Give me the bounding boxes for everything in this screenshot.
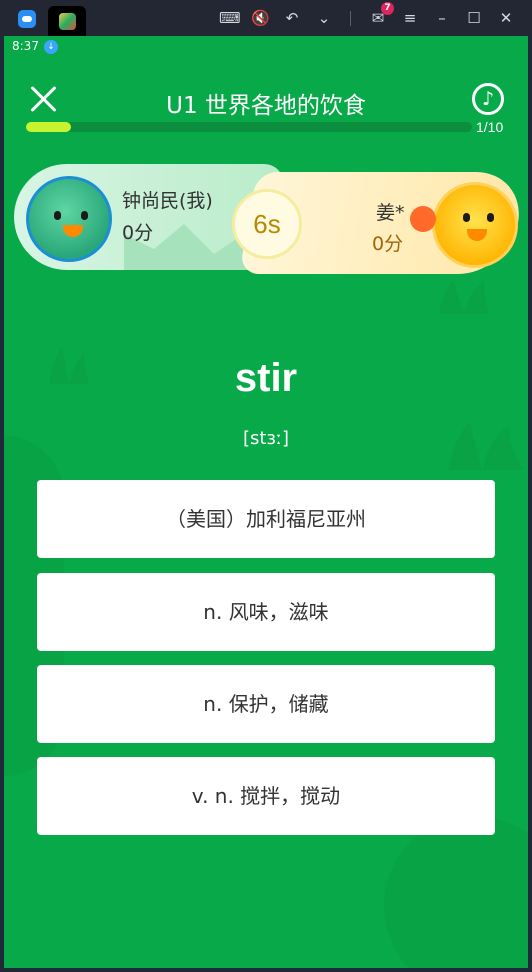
divider <box>350 11 351 26</box>
game-tab-icon <box>59 13 76 30</box>
music-button[interactable]: ♪ <box>472 83 504 115</box>
player-score-opponent: 0分 <box>372 233 404 255</box>
menu-icon[interactable]: ≡ <box>401 9 419 27</box>
question-word: stir <box>234 356 298 400</box>
page-title: U1 世界各地的饮食 <box>166 93 366 119</box>
player-name-me: 钟尚民(我) <box>122 190 213 212</box>
progress-text: 1/10 <box>476 119 504 135</box>
avatar-opponent <box>432 182 518 268</box>
undo-icon[interactable]: ↶ <box>283 9 301 27</box>
volume-mute-icon[interactable]: 🔇 <box>251 9 270 27</box>
close-window-icon[interactable]: ✕ <box>497 9 515 27</box>
status-time: 8:37 <box>12 39 39 53</box>
maximize-icon[interactable]: ☐ <box>465 9 483 27</box>
answer-option-3[interactable]: n. 保护，储藏 <box>37 665 495 743</box>
mail-badge: 7 <box>381 2 394 15</box>
answer-option-1[interactable]: （美国）加利福尼亚州 <box>37 480 495 558</box>
boxing-glove-icon <box>410 206 436 232</box>
countdown-timer: 6s <box>232 189 302 259</box>
minimize-icon[interactable]: – <box>433 9 451 27</box>
app-logo-icon[interactable] <box>18 10 36 28</box>
status-bar: 8:37 ↓ <box>4 36 528 58</box>
answer-option-4[interactable]: v. n. 搅拌，搅动 <box>37 757 495 835</box>
download-icon: ↓ <box>44 40 58 54</box>
chevron-down-icon[interactable]: ⌄ <box>315 9 333 27</box>
music-note-icon: ♪ <box>482 88 495 110</box>
bush-decoration <box>384 816 528 968</box>
progress-fill <box>26 122 71 132</box>
keyboard-icon[interactable]: ⌨ <box>219 9 241 27</box>
progress-bar <box>26 122 472 132</box>
emulator-titlebar: ⌨ 🔇 ↶ ⌄ ✉ 7 ≡ – ☐ ✕ <box>0 0 532 36</box>
question-phonetic: [stɜː] <box>242 428 290 449</box>
leaf-decoration <box>434 276 494 316</box>
player-score-me: 0分 <box>122 222 154 244</box>
answer-option-2[interactable]: n. 风味，滋味 <box>37 573 495 651</box>
phone-screen: 8:37 ↓ U1 世界各地的饮食 ♪ 1/10 钟尚民(我) 0分 6s 姜*… <box>4 36 528 968</box>
game-tab[interactable] <box>48 6 86 36</box>
avatar-me <box>26 176 112 262</box>
player-name-opponent: 姜* <box>376 202 405 224</box>
